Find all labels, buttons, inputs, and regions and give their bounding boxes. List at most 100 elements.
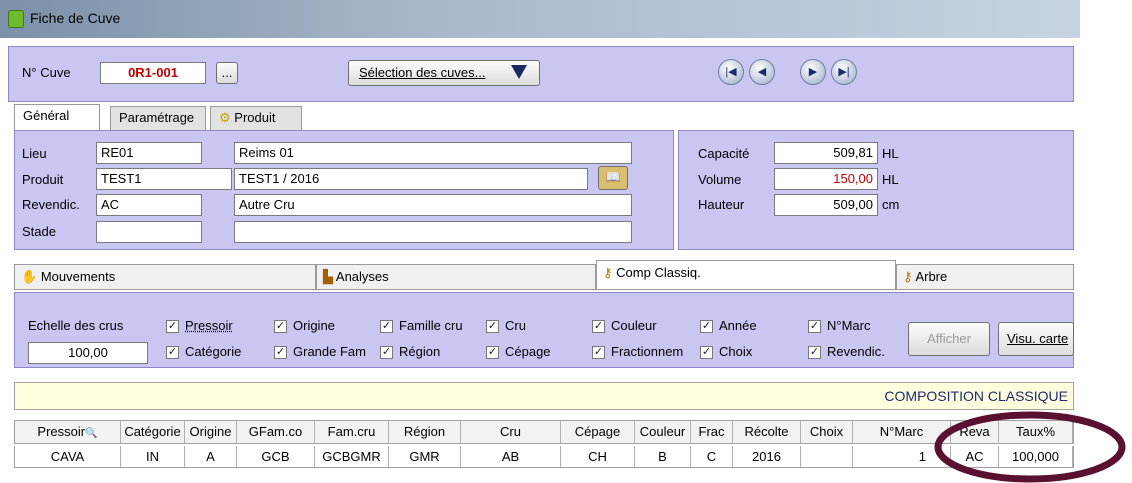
stade-label: Stade <box>22 224 56 239</box>
subtab-comp-classiq[interactable]: ⚷ Comp Classiq. <box>596 260 896 290</box>
tab-produit[interactable]: ⚙ Produit <box>210 106 302 130</box>
cell-categorie: IN <box>121 446 185 468</box>
cell-recolte: 2016 <box>733 446 801 468</box>
title-bar <box>0 0 1080 38</box>
hauteur-unit: cm <box>882 197 900 212</box>
check-nmarc[interactable]: ✓ N°Marc <box>808 318 870 334</box>
key-icon: ⚷ <box>903 269 913 284</box>
checkbox[interactable]: ✓ <box>592 320 605 334</box>
produit-label: Produit <box>22 172 64 187</box>
nav-next-button[interactable]: ▶ <box>800 59 826 85</box>
echelle-label: Echelle des crus <box>28 318 124 333</box>
check-region[interactable]: ✓ Région <box>380 344 440 360</box>
lieu-name-field[interactable]: Reims 01 <box>234 142 632 164</box>
table-row[interactable]: CAVA IN A GCB GCBGMR GMR AB CH B C 2016 … <box>14 446 1074 468</box>
capacite-unit: HL <box>882 146 899 161</box>
check-grande-fam[interactable]: ✓ Grande Fam <box>274 344 366 360</box>
volume-label: Volume <box>698 172 742 187</box>
check-famille-cru[interactable]: ✓ Famille cru <box>380 318 463 334</box>
subtab-mouvements-label: Mouvements <box>40 269 116 284</box>
checkbox[interactable]: ✓ <box>166 320 179 334</box>
cell-pressoir: CAVA <box>15 446 121 468</box>
capacite-label: Capacité <box>698 146 750 161</box>
col-cru[interactable]: Cru <box>461 421 561 443</box>
checkbox[interactable]: ✓ <box>380 320 393 334</box>
tab-general[interactable]: Général <box>14 104 100 130</box>
nav-first-button[interactable]: |◀ <box>718 59 744 85</box>
cell-choix <box>801 446 853 468</box>
composition-title: COMPOSITION CLASSIQUE <box>884 388 1068 404</box>
grid-header: Pressoir🔍 Catégorie Origine GFam.co Fam.… <box>14 420 1074 444</box>
checkbox[interactable]: ✓ <box>274 346 287 360</box>
app-icon <box>8 10 24 28</box>
subtab-arbre[interactable]: ⚷ Arbre <box>896 264 1074 290</box>
checkbox[interactable]: ✓ <box>700 346 713 360</box>
stade-code-field[interactable] <box>96 221 202 243</box>
col-pressoir[interactable]: Pressoir🔍 <box>15 421 121 443</box>
check-fractionnement[interactable]: ✓ Fractionnem <box>592 344 683 360</box>
cell-famcru: GCBGMR <box>315 446 389 468</box>
revendic-code-field[interactable]: AC <box>96 194 202 216</box>
check-choix[interactable]: ✓ Choix <box>700 344 752 360</box>
check-cru[interactable]: ✓ Cru <box>486 318 526 334</box>
checkbox[interactable]: ✓ <box>486 346 499 360</box>
col-choix[interactable]: Choix <box>801 421 853 443</box>
nav-prev-button[interactable]: ◀ <box>749 59 775 85</box>
check-couleur[interactable]: ✓ Couleur <box>592 318 657 334</box>
volume-unit: HL <box>882 172 899 187</box>
check-origine[interactable]: ✓ Origine <box>274 318 335 334</box>
col-categorie[interactable]: Catégorie <box>121 421 185 443</box>
nav-last-button[interactable]: ▶| <box>831 59 857 85</box>
cell-couleur: B <box>635 446 691 468</box>
col-cepage[interactable]: Cépage <box>561 421 635 443</box>
checkbox[interactable]: ✓ <box>166 346 179 360</box>
key-icon: ⚷ <box>603 265 613 280</box>
subtab-mouvements[interactable]: ✋ Mouvements <box>14 264 316 290</box>
revendic-name-field[interactable]: Autre Cru <box>234 194 632 216</box>
book-icon[interactable]: 📖 <box>598 166 628 190</box>
highlight-ellipse <box>934 411 1126 483</box>
check-revendic[interactable]: ✓ Revendic. <box>808 344 885 360</box>
col-frac[interactable]: Frac <box>691 421 733 443</box>
produit-code-field[interactable]: TEST1 <box>96 168 232 190</box>
volume-field[interactable]: 150,00 <box>774 168 878 190</box>
checkbox[interactable]: ✓ <box>808 320 821 334</box>
cell-region: GMR <box>389 446 461 468</box>
chart-icon: ▙ <box>323 269 333 284</box>
cuve-input[interactable]: 0R1-001 <box>100 62 206 84</box>
hauteur-field[interactable]: 509,00 <box>774 194 878 216</box>
tab-parametrage[interactable]: Paramétrage <box>110 106 206 130</box>
subtab-comp-label: Comp Classiq. <box>616 265 701 280</box>
cell-gfam: GCB <box>237 446 315 468</box>
echelle-field[interactable]: 100,00 <box>28 342 148 364</box>
checkbox[interactable]: ✓ <box>592 346 605 360</box>
col-region[interactable]: Région <box>389 421 461 443</box>
subtab-arbre-label: Arbre <box>915 269 948 284</box>
capacite-field[interactable]: 509,81 <box>774 142 878 164</box>
col-recolte[interactable]: Récolte <box>733 421 801 443</box>
lieu-label: Lieu <box>22 146 47 161</box>
window-title: Fiche de Cuve <box>30 10 121 26</box>
ellipsis-button[interactable]: ... <box>216 62 238 84</box>
check-pressoir[interactable]: ✓ Pressoir <box>166 318 233 334</box>
stade-name-field[interactable] <box>234 221 632 243</box>
col-gfam[interactable]: GFam.co <box>237 421 315 443</box>
selection-label: Sélection des cuves... <box>359 65 486 80</box>
afficher-button[interactable]: Afficher <box>908 322 990 356</box>
check-categorie[interactable]: ✓ Catégorie <box>166 344 241 360</box>
lieu-code-field[interactable]: RE01 <box>96 142 202 164</box>
check-annee[interactable]: ✓ Année <box>700 318 757 334</box>
checkbox[interactable]: ✓ <box>486 320 499 334</box>
check-cepage[interactable]: ✓ Cépage <box>486 344 551 360</box>
col-famcru[interactable]: Fam.cru <box>315 421 389 443</box>
checkbox[interactable]: ✓ <box>380 346 393 360</box>
checkbox[interactable]: ✓ <box>808 346 821 360</box>
checkbox[interactable]: ✓ <box>700 320 713 334</box>
visu-carte-button[interactable]: Visu. carte <box>998 322 1074 356</box>
selection-button[interactable]: Sélection des cuves... <box>348 60 540 86</box>
checkbox[interactable]: ✓ <box>274 320 287 334</box>
col-origine[interactable]: Origine <box>185 421 237 443</box>
col-couleur[interactable]: Couleur <box>635 421 691 443</box>
subtab-analyses[interactable]: ▙ Analyses <box>316 264 596 290</box>
produit-name-field[interactable]: TEST1 / 2016 <box>234 168 588 190</box>
